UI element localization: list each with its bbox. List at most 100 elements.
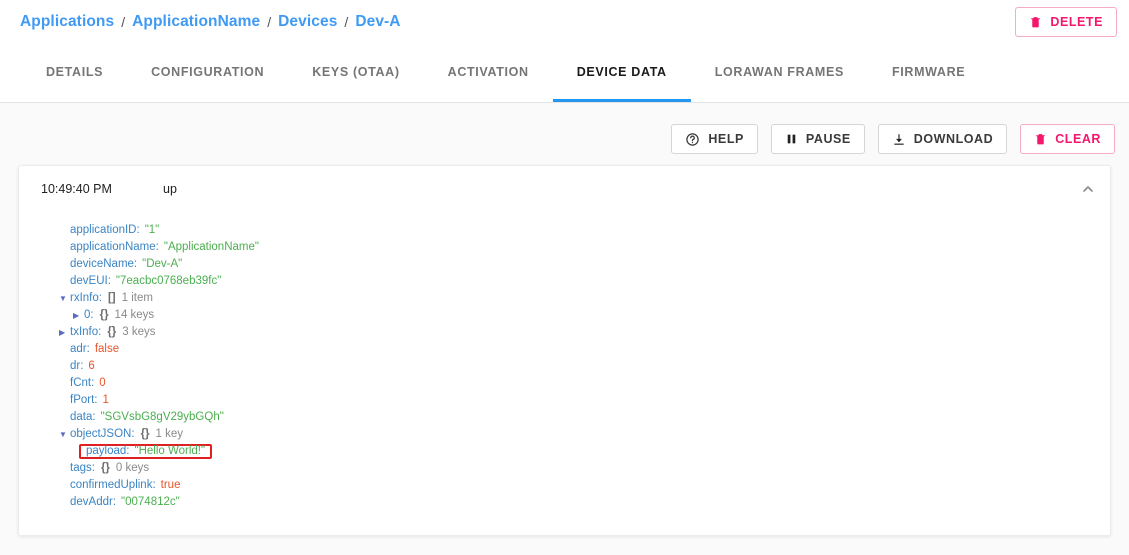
breadcrumb-item-devices[interactable]: Devices xyxy=(278,13,337,31)
json-entry: adr: false xyxy=(70,341,119,358)
json-value: "ApplicationName" xyxy=(163,241,259,253)
tab-device-data[interactable]: DEVICE DATA xyxy=(552,44,691,102)
payload-highlight-box: payload: "Hello World!" xyxy=(79,444,213,459)
breadcrumb-item-application-name[interactable]: ApplicationName xyxy=(132,13,260,31)
tab-firmware[interactable]: FIRMWARE xyxy=(868,44,989,102)
json-entry: rxInfo: [] 1 item xyxy=(70,290,153,307)
json-row: ▶applicationID: "1" xyxy=(59,222,1110,239)
json-entry: confirmedUplink: true xyxy=(70,477,180,494)
delete-button[interactable]: DELETE xyxy=(1015,7,1117,37)
pause-button[interactable]: PAUSE xyxy=(770,124,865,154)
json-entry: devAddr: "0074812c" xyxy=(70,494,180,511)
tab-configuration[interactable]: CONFIGURATION xyxy=(127,44,288,102)
trash-icon xyxy=(1034,132,1047,146)
json-key: tags: xyxy=(70,462,95,474)
json-key: confirmedUplink: xyxy=(70,479,156,491)
caret-right-icon[interactable]: ▶ xyxy=(73,307,84,324)
json-key: devAddr: xyxy=(70,496,117,508)
json-entry: objectJSON: {} 1 key xyxy=(70,426,183,443)
caret-down-icon[interactable]: ▼ xyxy=(59,290,70,307)
json-key: devEUI: xyxy=(70,275,111,287)
pause-icon xyxy=(785,132,798,146)
question-circle-icon xyxy=(685,132,700,147)
caret-down-icon[interactable]: ▼ xyxy=(59,426,70,443)
json-bracket: {} xyxy=(140,428,150,440)
json-row[interactable]: ▶ 0: {} 14 keys xyxy=(59,307,1110,324)
json-value: "Dev-A" xyxy=(142,258,183,270)
json-key: dr: xyxy=(70,360,84,372)
breadcrumb-separator: / xyxy=(121,14,126,30)
caret-spacer: ▶ xyxy=(59,477,70,494)
tab-activation[interactable]: ACTIVATION xyxy=(424,44,553,102)
device-data-card: 10:49:40 PM up ▶applicationID:"1"▶applic… xyxy=(18,165,1111,536)
breadcrumb-item-applications[interactable]: Applications xyxy=(20,13,114,31)
json-row: ▶adr: false xyxy=(59,341,1110,358)
clear-button[interactable]: CLEAR xyxy=(1020,124,1115,154)
caret-spacer: ▶ xyxy=(59,341,70,358)
tab-details[interactable]: DETAILS xyxy=(22,44,127,102)
data-toolbar: HELP PAUSE DOWNLOAD CLEAR xyxy=(0,103,1129,161)
json-count: 3 keys xyxy=(122,326,156,338)
json-row: ▶fPort: 1 xyxy=(59,392,1110,409)
json-entry: deviceName: "Dev-A" xyxy=(70,256,182,273)
json-count: 14 keys xyxy=(114,309,155,321)
download-button[interactable]: DOWNLOAD xyxy=(877,124,1008,154)
json-count: 1 key xyxy=(155,428,184,440)
delete-button-label: DELETE xyxy=(1050,15,1103,29)
frame-header[interactable]: 10:49:40 PM up xyxy=(19,166,1110,212)
json-value: "1" xyxy=(144,224,160,236)
json-value: "Hello World!" xyxy=(134,445,206,457)
json-entry: tags: {} 0 keys xyxy=(70,460,149,477)
json-key: txInfo: xyxy=(70,326,102,338)
trash-icon xyxy=(1029,15,1042,29)
json-row: ▶fCnt: 0 xyxy=(59,375,1110,392)
json-key: payload: xyxy=(86,445,130,457)
breadcrumb: Applications / ApplicationName / Devices… xyxy=(20,13,1015,31)
clear-button-label: CLEAR xyxy=(1055,132,1101,146)
frame-timestamp: 10:49:40 PM xyxy=(41,182,112,196)
breadcrumb-item-device[interactable]: Dev-A xyxy=(355,13,400,31)
caret-spacer: ▶ xyxy=(59,273,70,290)
json-row: ▶dr: 6 xyxy=(59,358,1110,375)
frame-type: up xyxy=(163,182,177,196)
top-bar: Applications / ApplicationName / Devices… xyxy=(0,0,1129,44)
json-row: ▶data: "SGVsbG8gV29ybGQh" xyxy=(59,409,1110,426)
caret-spacer: ▶ xyxy=(59,256,70,273)
json-row: ▶deviceName: "Dev-A" xyxy=(59,256,1110,273)
chevron-up-icon[interactable] xyxy=(1080,181,1096,197)
json-key: rxInfo: xyxy=(70,292,102,304)
json-bracket: {} xyxy=(99,309,109,321)
json-row[interactable]: ▼ objectJSON: {} 1 key xyxy=(59,426,1110,443)
help-button[interactable]: HELP xyxy=(671,124,758,154)
json-value: true xyxy=(160,479,181,491)
tabs-bar: DETAILS CONFIGURATION KEYS (OTAA) ACTIVA… xyxy=(0,44,1129,103)
json-key: applicationID: xyxy=(70,224,140,236)
json-bracket: [] xyxy=(107,292,116,304)
caret-spacer: ▶ xyxy=(59,239,70,256)
json-key: objectJSON: xyxy=(70,428,135,440)
json-row: ▶devAddr: "0074812c" xyxy=(59,494,1110,511)
json-value: 0 xyxy=(99,377,106,389)
tab-lorawan-frames[interactable]: LORAWAN FRAMES xyxy=(691,44,868,102)
json-bracket: {} xyxy=(100,462,110,474)
json-entry: 0: {} 14 keys xyxy=(84,307,154,324)
caret-spacer: ▶ xyxy=(59,409,70,426)
json-key: fCnt: xyxy=(70,377,95,389)
json-bracket: {} xyxy=(107,326,117,338)
json-count: 0 keys xyxy=(115,462,150,474)
caret-right-icon[interactable]: ▶ xyxy=(59,324,70,341)
json-entry: dr: 6 xyxy=(70,358,95,375)
json-entry: txInfo: {} 3 keys xyxy=(70,324,156,341)
json-value: "0074812c" xyxy=(121,496,180,508)
tab-keys-otaa[interactable]: KEYS (OTAA) xyxy=(288,44,423,102)
json-key: fPort: xyxy=(70,394,98,406)
json-key: 0: xyxy=(84,309,94,321)
json-key: applicationName: xyxy=(70,241,159,253)
caret-spacer: ▶ xyxy=(59,358,70,375)
help-button-label: HELP xyxy=(708,132,744,146)
json-row: ▶applicationName: "ApplicationName" xyxy=(59,239,1110,256)
caret-spacer: ▶ xyxy=(59,375,70,392)
json-row[interactable]: ▼ rxInfo: [] 1 item xyxy=(59,290,1110,307)
json-row[interactable]: ▶ txInfo: {} 3 keys xyxy=(59,324,1110,341)
tab-list: DETAILS CONFIGURATION KEYS (OTAA) ACTIVA… xyxy=(22,44,1107,102)
